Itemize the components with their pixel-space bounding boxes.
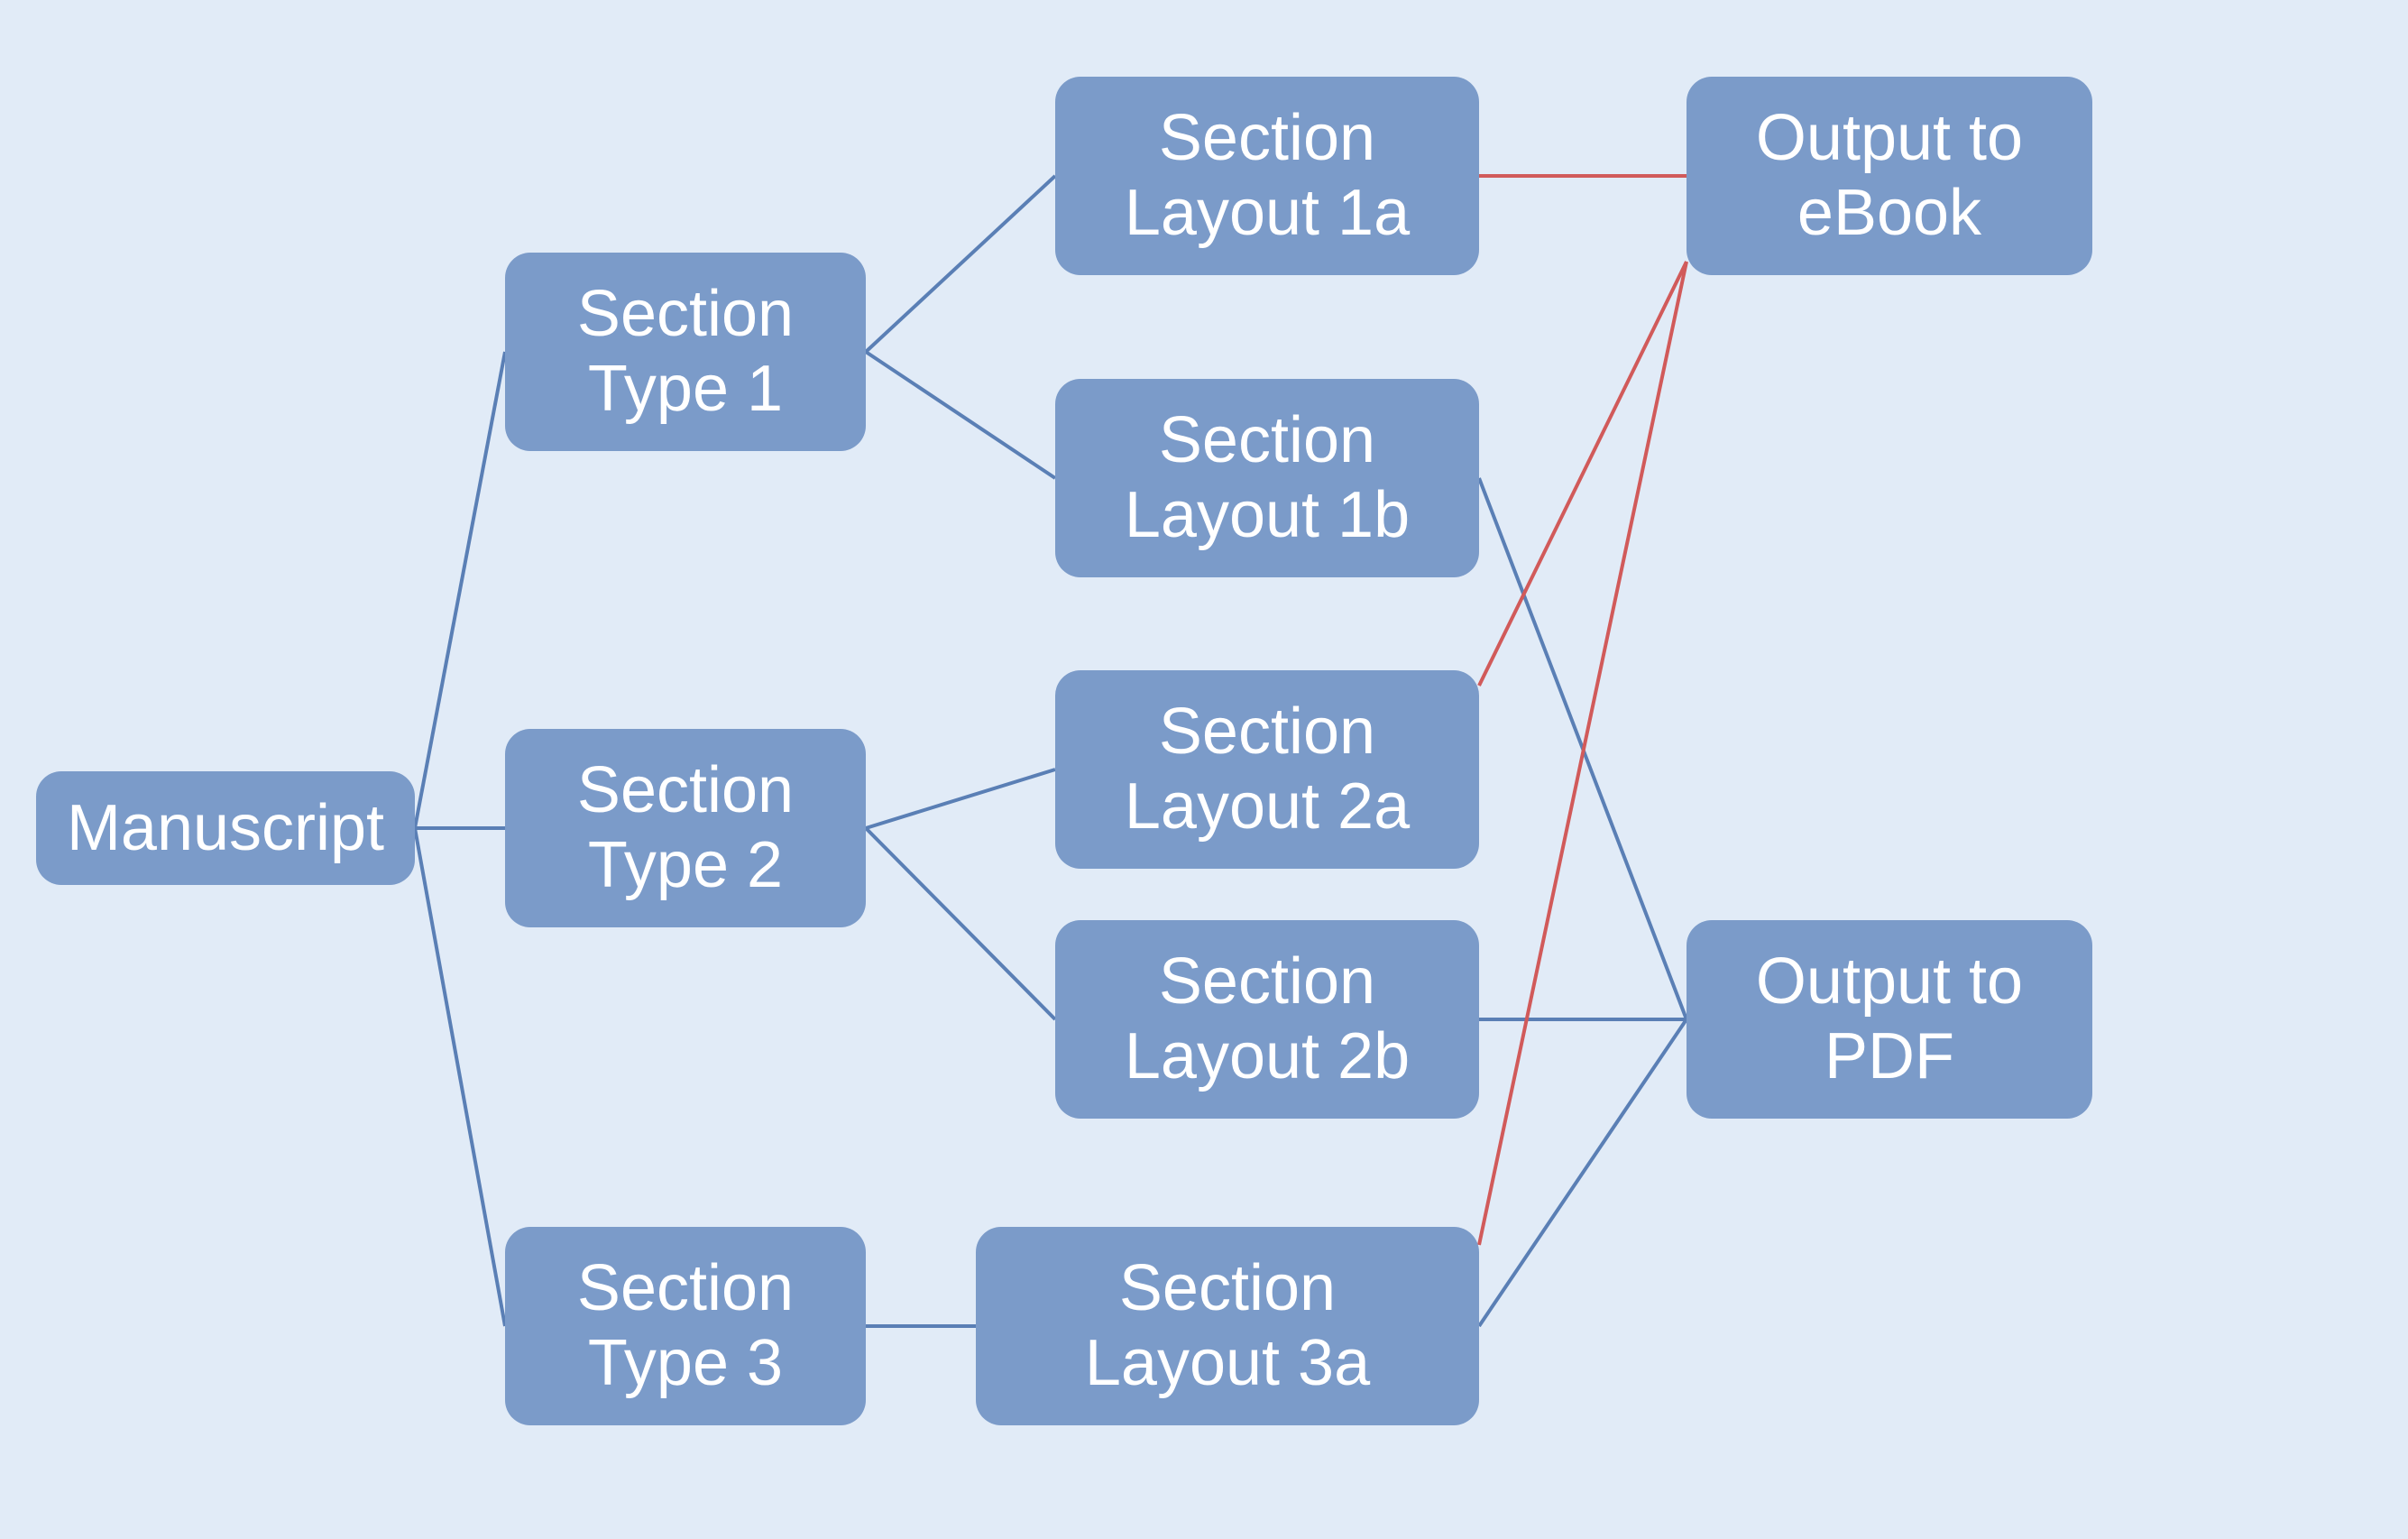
node-section-type-3: Section Type 3 bbox=[505, 1227, 866, 1425]
node-section-layout-3a: Section Layout 3a bbox=[976, 1227, 1479, 1425]
diagram-canvas: Manuscript Section Type 1 Section Type 2… bbox=[0, 0, 2408, 1539]
edge-manuscript-type3 bbox=[415, 828, 505, 1326]
edge-layout3a-ebook bbox=[1479, 262, 1687, 1245]
edge-type1-layout1b bbox=[866, 352, 1055, 478]
edge-manuscript-type1 bbox=[415, 352, 505, 828]
edge-type2-layout2b bbox=[866, 828, 1055, 1019]
node-section-layout-2b: Section Layout 2b bbox=[1055, 920, 1479, 1119]
edge-layout1b-pdf bbox=[1479, 478, 1687, 1019]
node-output-pdf: Output to PDF bbox=[1687, 920, 2092, 1119]
edge-layout2a-ebook bbox=[1479, 262, 1687, 686]
node-section-type-2: Section Type 2 bbox=[505, 729, 866, 927]
node-section-layout-2a: Section Layout 2a bbox=[1055, 670, 1479, 869]
node-section-layout-1b: Section Layout 1b bbox=[1055, 379, 1479, 577]
node-section-type-1: Section Type 1 bbox=[505, 253, 866, 451]
edge-layout3a-pdf bbox=[1479, 1019, 1687, 1326]
edge-type1-layout1a bbox=[866, 176, 1055, 352]
edge-type2-layout2a bbox=[866, 770, 1055, 828]
node-section-layout-1a: Section Layout 1a bbox=[1055, 77, 1479, 275]
node-output-ebook: Output to eBook bbox=[1687, 77, 2092, 275]
node-manuscript: Manuscript bbox=[36, 771, 415, 885]
